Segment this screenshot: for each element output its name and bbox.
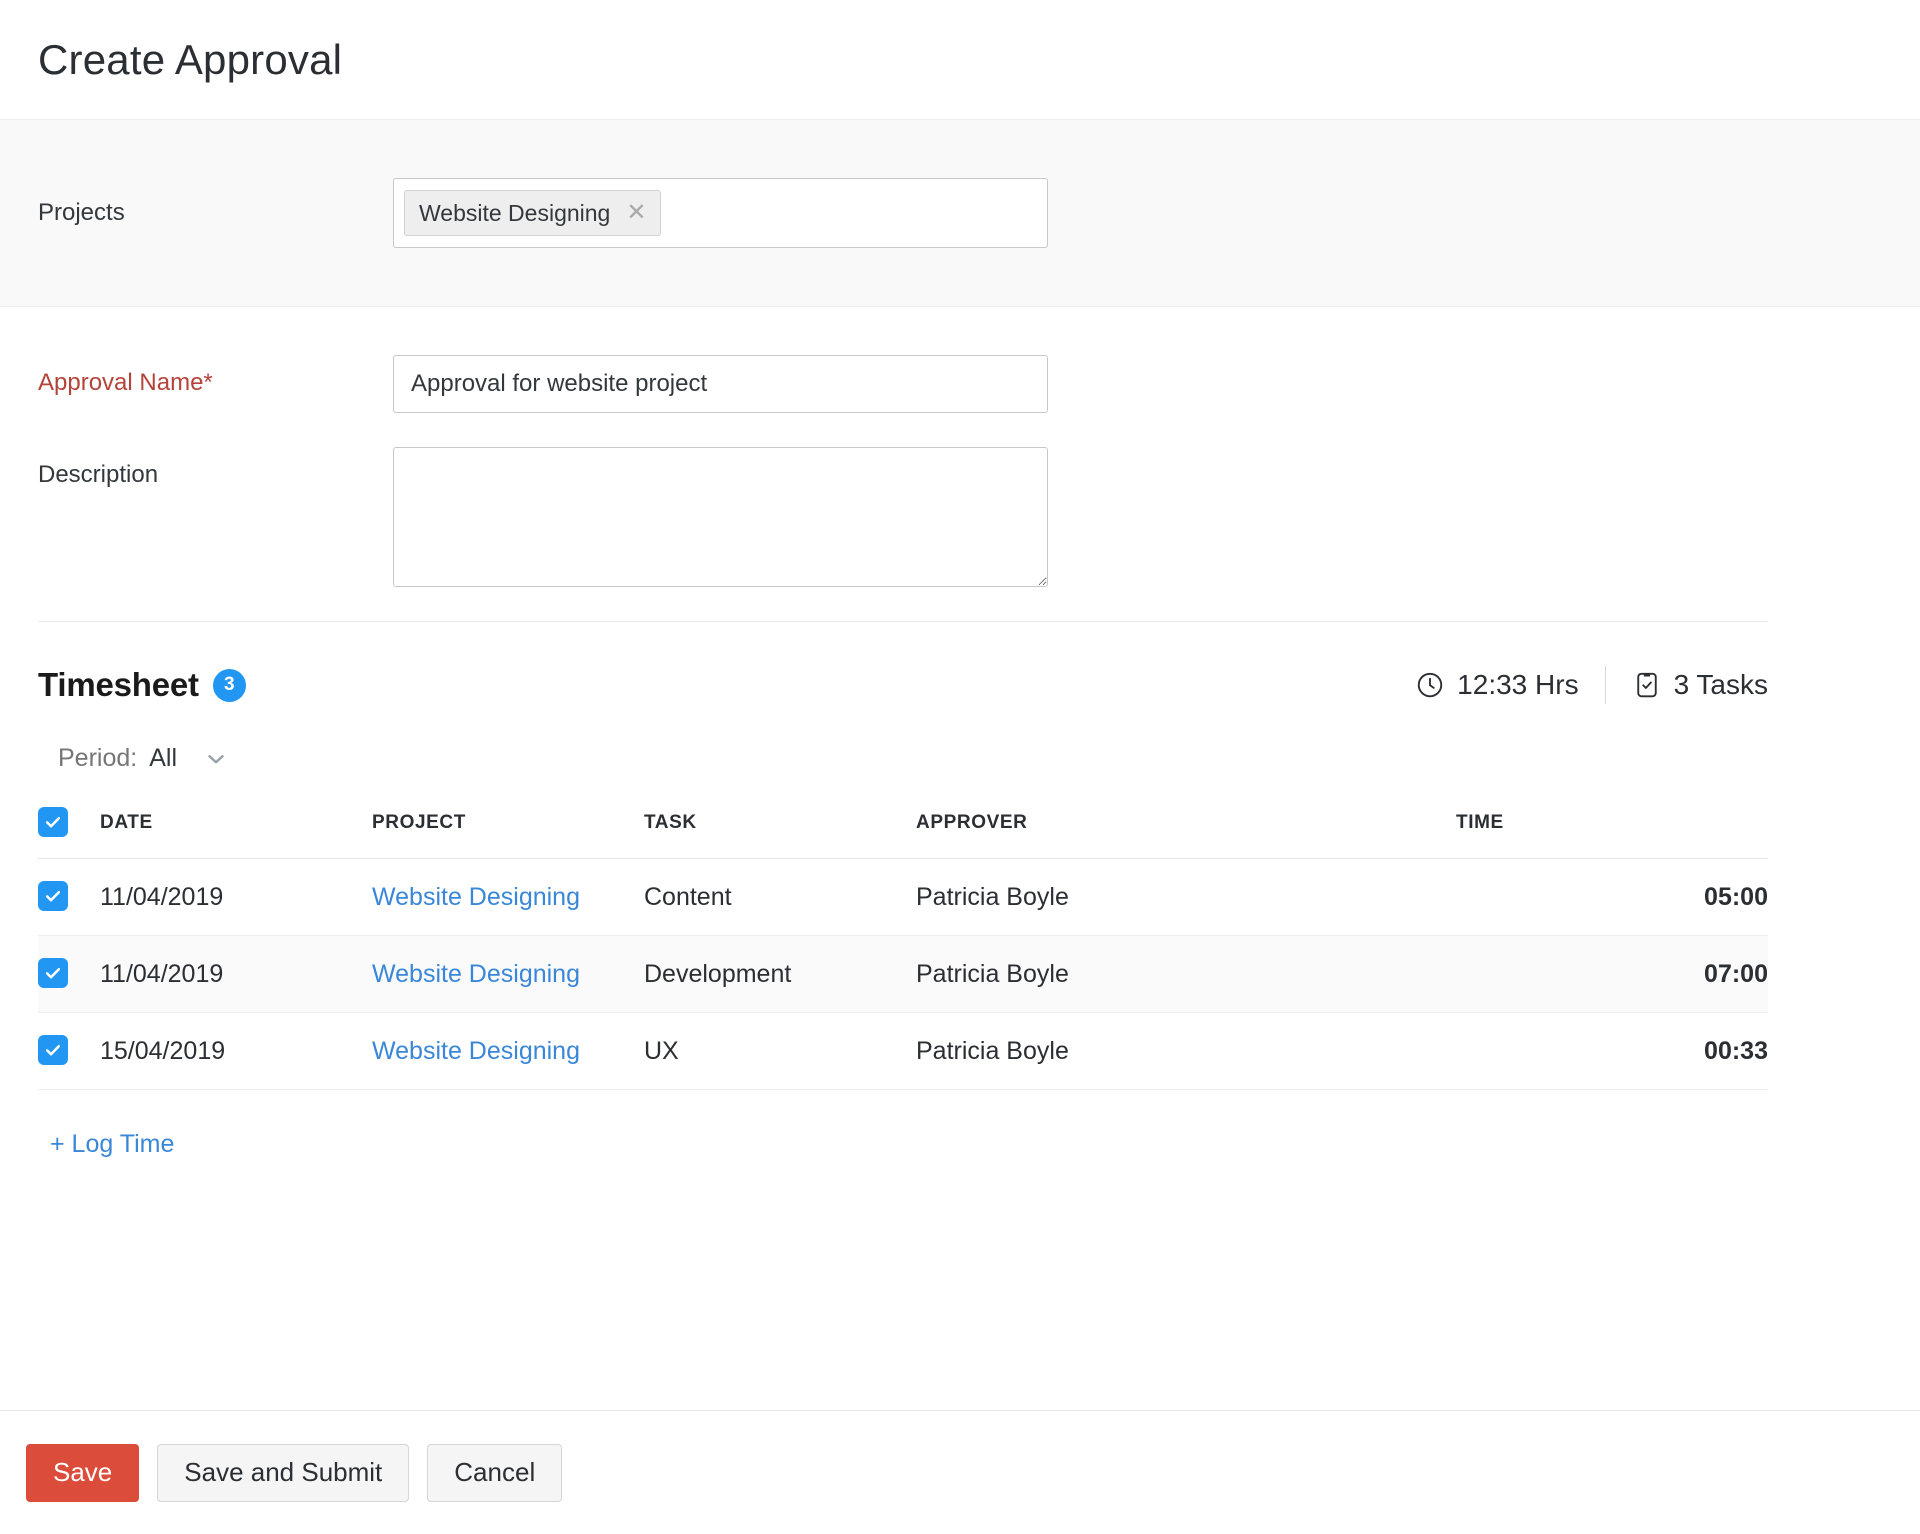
- cell-task: Development: [644, 935, 916, 1013]
- description-label: Description: [38, 461, 159, 488]
- cell-project: Website Designing: [372, 935, 644, 1013]
- total-hours-value: 12:33 Hrs: [1457, 669, 1579, 700]
- column-header-approver: APPROVER: [916, 799, 1456, 859]
- chevron-down-icon[interactable]: [203, 746, 229, 772]
- cell-date: 11/04/2019: [100, 935, 372, 1013]
- table-header: DATE PROJECT TASK APPROVER TIME: [38, 799, 1768, 859]
- cell-approver: Patricia Boyle: [916, 858, 1456, 936]
- description-row: Description: [38, 447, 1920, 587]
- period-filter[interactable]: Period: All: [38, 704, 1882, 799]
- table-row[interactable]: 11/04/2019 Website Designing Development…: [38, 935, 1768, 1013]
- project-chip[interactable]: Website Designing ✕: [404, 190, 662, 236]
- projects-label: Projects: [38, 199, 125, 226]
- table-row[interactable]: 11/04/2019 Website Designing Content Pat…: [38, 858, 1768, 936]
- column-header-date: DATE: [100, 799, 372, 859]
- column-header-time: TIME: [1456, 799, 1768, 859]
- timesheet-count-badge: 3: [212, 668, 246, 702]
- save-button[interactable]: Save: [26, 1443, 140, 1502]
- cell-approver: Patricia Boyle: [916, 935, 1456, 1013]
- timesheet-title-group: Timesheet 3: [38, 666, 246, 704]
- column-header-project: PROJECT: [372, 799, 644, 859]
- cell-time: 07:00: [1456, 935, 1768, 1013]
- project-link[interactable]: Website Designing: [372, 1037, 580, 1065]
- cell-date: 11/04/2019: [100, 858, 372, 936]
- cell-project: Website Designing: [372, 1012, 644, 1090]
- cell-project: Website Designing: [372, 858, 644, 936]
- timesheet-stats: 12:33 Hrs 3 Tasks: [1415, 666, 1768, 704]
- cell-task: Content: [644, 858, 916, 936]
- cancel-button[interactable]: Cancel: [427, 1443, 563, 1502]
- timesheet-table: DATE PROJECT TASK APPROVER TIME 11/04/20…: [38, 799, 1768, 1090]
- select-all-cell: [38, 799, 100, 859]
- total-hours-stat: 12:33 Hrs: [1415, 669, 1579, 701]
- footer-action-bar: Save Save and Submit Cancel: [0, 1410, 1920, 1534]
- clock-icon: [1415, 670, 1445, 700]
- task-count-value: 3 Tasks: [1673, 669, 1768, 700]
- close-icon[interactable]: ✕: [626, 201, 646, 225]
- cell-time: 05:00: [1456, 858, 1768, 936]
- stats-divider: [1604, 666, 1606, 704]
- description-textarea[interactable]: [393, 447, 1048, 587]
- approval-name-row: Approval Name*: [38, 355, 1920, 413]
- task-checklist-icon: [1632, 670, 1662, 700]
- cell-date: 15/04/2019: [100, 1012, 372, 1090]
- table-row[interactable]: 15/04/2019 Website Designing UX Patricia…: [38, 1012, 1768, 1090]
- page-title: Create Approval: [38, 35, 343, 83]
- row-checkbox[interactable]: [38, 1035, 68, 1065]
- period-label: Period:: [58, 744, 138, 772]
- row-checkbox[interactable]: [38, 881, 68, 911]
- projects-multiselect[interactable]: Website Designing ✕: [393, 178, 1048, 248]
- project-link[interactable]: Website Designing: [372, 883, 580, 911]
- cell-approver: Patricia Boyle: [916, 1012, 1456, 1090]
- table-header-row: DATE PROJECT TASK APPROVER TIME: [38, 799, 1768, 859]
- project-chip-label: Website Designing: [419, 199, 611, 226]
- cell-task: UX: [644, 1012, 916, 1090]
- projects-section: Projects Website Designing ✕: [0, 120, 1920, 307]
- approval-name-input[interactable]: [393, 355, 1048, 413]
- table-body: 11/04/2019 Website Designing Content Pat…: [38, 858, 1768, 1090]
- period-value: All: [149, 744, 178, 772]
- project-link[interactable]: Website Designing: [372, 960, 580, 988]
- timesheet-header: Timesheet 3 12:33 Hrs 3 Tasks: [38, 622, 1768, 704]
- form-area: Approval Name* Description: [0, 307, 1920, 587]
- column-header-task: TASK: [644, 799, 916, 859]
- approval-name-label: Approval Name*: [38, 369, 213, 396]
- log-time-link[interactable]: + Log Time: [50, 1130, 174, 1159]
- page-header: Create Approval: [0, 0, 1920, 120]
- task-count-stat: 3 Tasks: [1632, 669, 1768, 701]
- save-and-submit-button[interactable]: Save and Submit: [157, 1443, 410, 1502]
- row-checkbox[interactable]: [38, 958, 68, 988]
- row-checkbox-cell: [38, 935, 100, 1013]
- timesheet-section: Timesheet 3 12:33 Hrs 3 Tasks Period: Al…: [0, 622, 1920, 1159]
- timesheet-title: Timesheet: [38, 666, 199, 703]
- cell-time: 00:33: [1456, 1012, 1768, 1090]
- select-all-checkbox[interactable]: [38, 807, 68, 837]
- row-checkbox-cell: [38, 1012, 100, 1090]
- row-checkbox-cell: [38, 858, 100, 936]
